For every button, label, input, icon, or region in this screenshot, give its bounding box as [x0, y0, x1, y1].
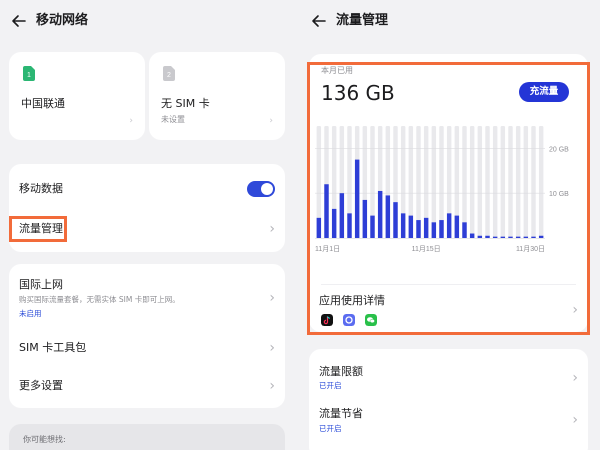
more-settings-row[interactable]: 更多设置 › — [9, 366, 285, 404]
chevron-right-icon: › — [269, 116, 273, 126]
international-desc: 购买国际流量套餐，无需实体 SIM 卡即可上网。 — [19, 295, 180, 304]
chevron-right-icon: › — [572, 412, 578, 428]
sim-2-status: 未设置 — [161, 115, 185, 124]
data-controls-card: 流量限额 已开启 › 流量节省 已开启 › — [309, 349, 588, 450]
sim-toolkit-row[interactable]: SIM 卡工具包 › — [9, 328, 285, 366]
international-status: 未启用 — [19, 309, 42, 318]
sim-toolkit-label: SIM 卡工具包 — [19, 341, 87, 354]
more-options-card: 国际上网 购买国际流量套餐，无需实体 SIM 卡即可上网。 未启用 › SIM … — [9, 264, 285, 408]
suggestions-label: 你可能想找: — [23, 435, 66, 444]
top-bar: 移动网络 — [0, 0, 300, 42]
chevron-right-icon: › — [269, 340, 275, 356]
highlight-box — [9, 216, 67, 242]
page-title: 流量管理 — [336, 13, 389, 28]
top-bar: 流量管理 — [300, 0, 600, 42]
international-row[interactable]: 国际上网 购买国际流量套餐，无需实体 SIM 卡即可上网。 未启用 › — [9, 264, 285, 326]
data-limit-status: 已开启 — [319, 381, 342, 390]
page-title: 移动网络 — [36, 13, 89, 28]
sim-2-slot: 2 — [167, 72, 171, 79]
sim-2-icon: 2 — [163, 66, 175, 81]
toggle-knob — [261, 183, 273, 195]
chevron-right-icon: › — [269, 221, 275, 237]
suggestions-card: 你可能想找: — [9, 424, 285, 450]
mobile-data-toggle[interactable] — [247, 181, 275, 197]
data-management-screen: 流量管理 本月已用 136 GB 充流量 10 GB 20 GB 11月1日 11月1… — [300, 0, 600, 450]
mobile-data-row: 移动数据 — [9, 164, 285, 208]
mobile-network-screen: 移动网络 1 中国联通 › 2 无 SIM 卡 未设置 › 移动数据 流量管理 … — [0, 0, 300, 450]
more-settings-label: 更多设置 — [19, 379, 63, 392]
sim-1-icon: 1 — [23, 66, 35, 81]
international-label: 国际上网 — [19, 278, 63, 291]
data-saver-row[interactable]: 流量节省 已开启 › — [309, 397, 588, 445]
back-arrow-icon[interactable] — [310, 12, 328, 30]
back-arrow-icon[interactable] — [10, 12, 28, 30]
data-limit-label: 流量限额 — [319, 365, 363, 378]
chevron-right-icon: › — [269, 378, 275, 394]
sim-2-name: 无 SIM 卡 — [161, 97, 210, 110]
sim-card-2[interactable]: 2 无 SIM 卡 未设置 › — [149, 52, 285, 140]
sim-card-1[interactable]: 1 中国联通 › — [9, 52, 145, 140]
chevron-right-icon: › — [269, 290, 275, 306]
mobile-data-label: 移动数据 — [19, 182, 63, 195]
sim-1-name: 中国联通 — [21, 97, 65, 110]
chevron-right-icon: › — [129, 116, 133, 126]
chevron-right-icon: › — [572, 370, 578, 386]
data-saver-status: 已开启 — [319, 424, 342, 433]
highlight-box — [307, 62, 590, 335]
data-limit-row[interactable]: 流量限额 已开启 › — [309, 349, 588, 397]
sim-1-slot: 1 — [27, 72, 31, 79]
data-saver-label: 流量节省 — [319, 407, 363, 420]
